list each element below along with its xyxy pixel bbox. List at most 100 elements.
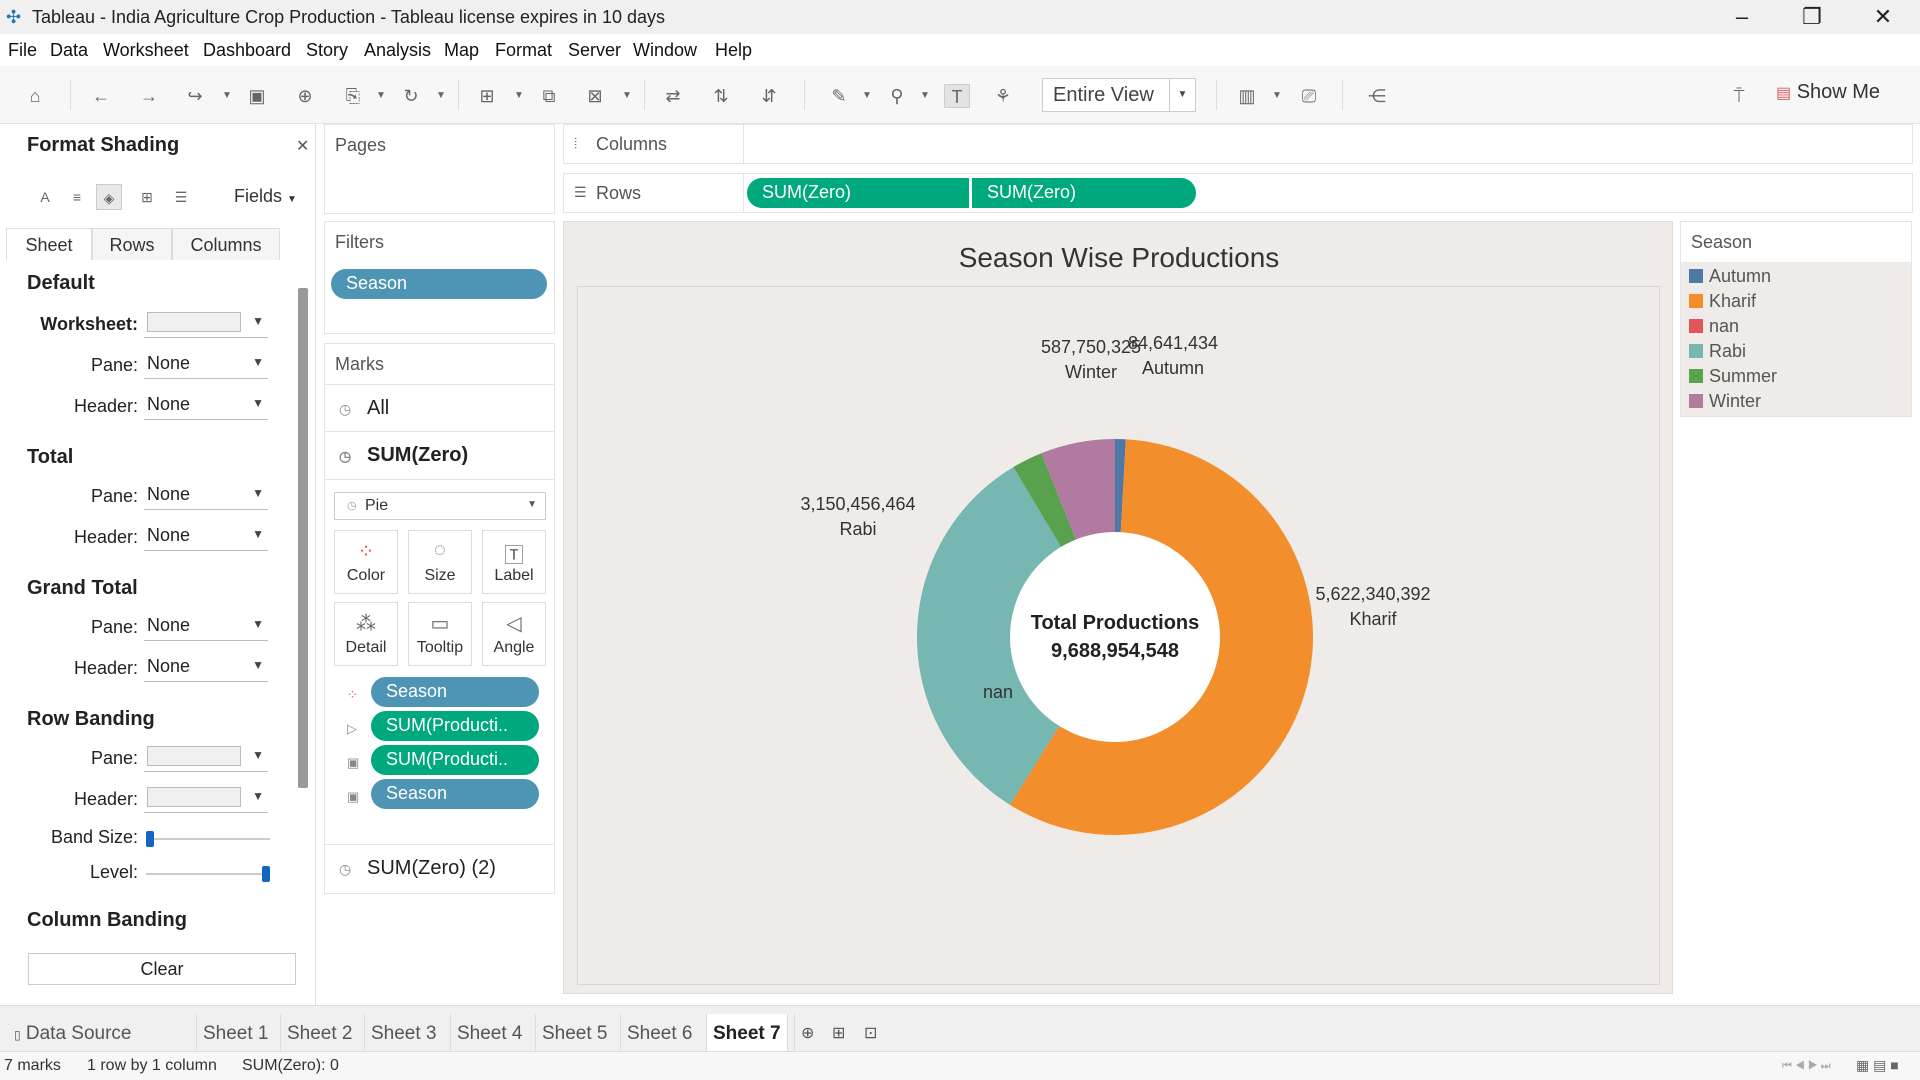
legend-item-rabi[interactable]: Rabi [1689,341,1746,363]
mark-field-production-label[interactable]: SUM(Producti.. [371,745,539,775]
total-pane-select[interactable]: None ▼ [144,482,268,510]
fit-selector[interactable]: Entire View ▼ [1042,78,1196,112]
dropdown-caret-icon[interactable]: ▼ [376,84,386,108]
worksheet-view[interactable]: Season Wise Productions Total Production… [563,221,1673,994]
rows-pill-sum-zero-2[interactable]: SUM(Zero) [972,178,1196,208]
share-icon[interactable]: ⋲ [1364,84,1390,108]
rows-shelf[interactable]: ☰ Rows SUM(Zero) SUM(Zero) [563,173,1913,213]
tab-rows[interactable]: Rows [92,228,172,260]
alignment-format-icon[interactable]: ≡ [64,184,90,210]
menu-map[interactable]: Map [444,40,479,61]
format-pane-scrollbar[interactable] [298,288,308,788]
highlight-icon[interactable]: ✎ [826,84,852,108]
tab-sheet[interactable]: Sheet [6,228,92,260]
home-icon[interactable]: ⌂ [22,84,48,108]
row-banding-pane-select[interactable]: ▼ [144,744,268,772]
dropdown-caret-icon[interactable]: ▼ [920,84,930,108]
presentation-mode-icon[interactable]: ⎚ [1296,84,1322,108]
filter-pill-season[interactable]: Season [331,269,547,299]
tab-sheet-1[interactable]: Sheet 1 [196,1014,275,1052]
borders-format-icon[interactable]: ⊞ [134,184,160,210]
chart-pane[interactable]: Total Productions 9,688,954,548 84,641,434… [577,286,1660,985]
dropdown-caret-icon[interactable]: ▼ [514,84,524,108]
chevron-down-icon[interactable]: ▼ [1169,79,1195,111]
menu-dashboard[interactable]: Dashboard [203,40,291,61]
undo-icon[interactable]: ← [88,84,114,108]
menu-data[interactable]: Data [50,40,88,61]
worksheet-shading-select[interactable]: ▼ [144,310,268,338]
total-header-select[interactable]: None ▼ [144,523,268,551]
tab-sheet-3[interactable]: Sheet 3 [364,1014,443,1052]
sort-ascending-icon[interactable]: ⇅ [708,84,734,108]
lines-format-icon[interactable]: ☰ [168,184,194,210]
level-slider-handle[interactable] [262,866,270,882]
legend-item-kharif[interactable]: Kharif [1689,291,1756,313]
minimize-button[interactable]: – [1712,2,1772,32]
new-data-source-icon[interactable]: ⊕ [292,84,318,108]
save-icon[interactable]: ▣ [244,84,270,108]
mark-field-season-color[interactable]: Season [371,677,539,707]
menu-worksheet[interactable]: Worksheet [103,40,189,61]
duplicate-sheet-icon[interactable]: ⧉ [536,84,562,108]
mark-field-season-label[interactable]: Season [371,779,539,809]
shading-format-icon[interactable]: ◈ [96,184,122,210]
dropdown-caret-icon[interactable]: ▼ [622,84,632,108]
legend-item-winter[interactable]: Winter [1689,391,1761,413]
swap-rows-columns-icon[interactable]: ⇄ [660,84,686,108]
tab-sheet-2[interactable]: Sheet 2 [280,1014,359,1052]
legend-item-summer[interactable]: Summer [1689,366,1777,388]
donut-chart[interactable]: Total Productions 9,688,954,548 84,641,434… [578,287,1661,986]
sort-descending-icon[interactable]: ⇵ [756,84,782,108]
detail-button[interactable]: ⁂ Detail [334,602,398,666]
default-pane-select[interactable]: None ▼ [144,351,268,379]
redo-icon[interactable]: → [136,84,162,108]
restore-button[interactable]: ❐ [1782,2,1842,32]
new-worksheet-icon[interactable]: ⊕ [794,1014,820,1052]
clear-button[interactable]: Clear [28,953,296,985]
tab-sheet-7[interactable]: Sheet 7 [706,1014,788,1052]
rows-pill-sum-zero-1[interactable]: SUM(Zero) [747,178,969,208]
menu-story[interactable]: Story [306,40,348,61]
dropdown-caret-icon[interactable]: ▼ [1272,84,1282,108]
grand-total-header-select[interactable]: None ▼ [144,654,268,682]
pages-card[interactable]: Pages [324,124,555,214]
marks-sum-zero-2-row[interactable]: ◷ SUM(Zero) (2) [325,844,554,892]
marks-sum-zero-row[interactable]: ◷ SUM(Zero) [325,432,554,480]
marks-all-row[interactable]: ◷ All [325,384,554,432]
legend-item-autumn[interactable]: Autumn [1689,266,1771,288]
menu-server[interactable]: Server [568,40,621,61]
dropdown-caret-icon[interactable]: ▼ [436,84,446,108]
columns-shelf[interactable]: ⦙ Columns [563,124,1913,164]
view-toggle-icon[interactable]: ▦ ▤ ■ [1856,1057,1899,1074]
color-button[interactable]: ⁘ Color [334,530,398,594]
menu-analysis[interactable]: Analysis [364,40,431,61]
label-button[interactable]: 🅃 Label [482,530,546,594]
fix-axes-icon[interactable]: ⚘ [990,84,1016,108]
new-story-icon[interactable]: ⊡ [858,1014,883,1052]
close-icon[interactable]: ✕ [296,136,309,156]
mark-type-select[interactable]: ◷ Pie ▼ [334,492,546,520]
group-members-icon[interactable]: ⚲ [884,84,910,108]
mark-field-production-angle[interactable]: SUM(Producti.. [371,711,539,741]
tab-sheet-5[interactable]: Sheet 5 [535,1014,614,1052]
new-worksheet-icon[interactable]: ⊞ [474,84,500,108]
redo-history-icon[interactable]: ↪ [182,84,208,108]
data-source-tab[interactable]: ▯ Data Source [8,1014,138,1052]
season-legend[interactable]: Season Autumn Kharif nan Rabi Summer Win… [1680,221,1912,417]
tab-navigation-icon[interactable]: ⏮ ◀ ▶ ⏭ [1782,1060,1831,1073]
menu-file[interactable]: File [8,40,37,61]
dropdown-caret-icon[interactable]: ▼ [222,84,232,108]
font-format-icon[interactable]: A [32,184,58,210]
level-slider[interactable] [146,866,270,882]
menu-help[interactable]: Help [715,40,752,61]
tab-sheet-6[interactable]: Sheet 6 [620,1014,699,1052]
grand-total-pane-select[interactable]: None ▼ [144,613,268,641]
paint-format-icon[interactable]: ⍑ [1726,84,1752,108]
angle-button[interactable]: ◁ Angle [482,602,546,666]
menu-format[interactable]: Format [495,40,552,61]
clear-sheet-icon[interactable]: ⊠ [582,84,608,108]
default-header-select[interactable]: None ▼ [144,392,268,420]
dropdown-caret-icon[interactable]: ▼ [862,84,872,108]
band-size-slider[interactable] [146,831,270,847]
band-size-slider-handle[interactable] [146,831,154,847]
